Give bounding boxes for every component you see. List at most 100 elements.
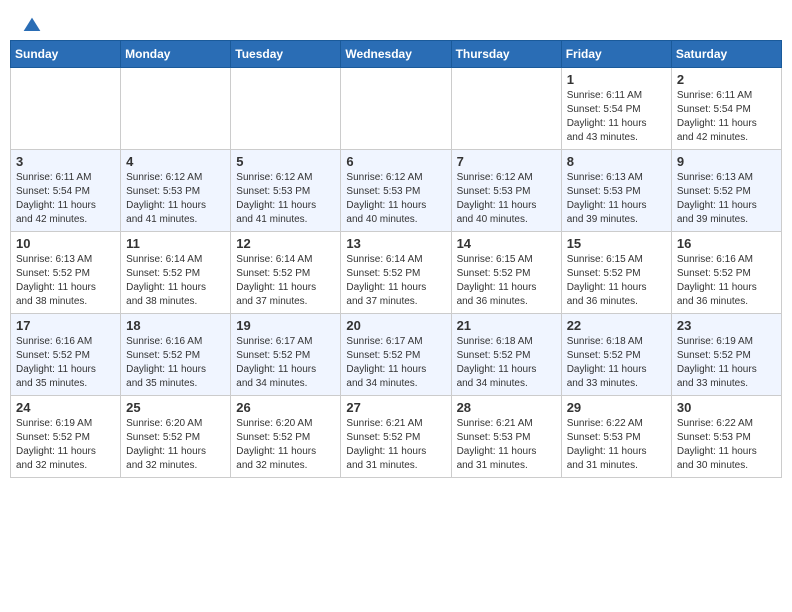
day-number: 7 (457, 154, 556, 169)
day-of-week-header: Wednesday (341, 41, 451, 68)
day-number: 23 (677, 318, 776, 333)
calendar-day-cell: 10 Sunrise: 6:13 AM Sunset: 5:52 PM Dayli… (11, 232, 121, 314)
day-info: Sunrise: 6:22 AM Sunset: 5:53 PM Dayligh… (677, 417, 776, 473)
day-info: Sunrise: 6:14 AM Sunset: 5:52 PM Dayligh… (346, 253, 445, 309)
day-info: Sunrise: 6:11 AM Sunset: 5:54 PM Dayligh… (16, 171, 115, 227)
calendar-day-cell: 19 Sunrise: 6:17 AM Sunset: 5:52 PM Dayli… (231, 314, 341, 396)
day-number: 14 (457, 236, 556, 251)
calendar-day-cell: 23 Sunrise: 6:19 AM Sunset: 5:52 PM Dayli… (671, 314, 781, 396)
calendar-day-cell: 8Sunrise: 6:13 AM Sunset: 5:53 PM Daylig… (561, 150, 671, 232)
day-number: 18 (126, 318, 225, 333)
logo (20, 16, 42, 32)
calendar-day-cell: 5 Sunrise: 6:12 AM Sunset: 5:53 PM Daylig… (231, 150, 341, 232)
calendar-day-cell: 18 Sunrise: 6:16 AM Sunset: 5:52 PM Dayli… (121, 314, 231, 396)
day-of-week-header: Thursday (451, 41, 561, 68)
calendar-day-cell: 17 Sunrise: 6:16 AM Sunset: 5:52 PM Dayli… (11, 314, 121, 396)
day-of-week-header: Saturday (671, 41, 781, 68)
day-number: 11 (126, 236, 225, 251)
calendar-day-cell: 9 Sunrise: 6:13 AM Sunset: 5:52 PM Daylig… (671, 150, 781, 232)
day-number: 4 (126, 154, 225, 169)
day-info: Sunrise: 6:12 AM Sunset: 5:53 PM Dayligh… (126, 171, 225, 227)
day-of-week-header: Monday (121, 41, 231, 68)
day-number: 24 (16, 400, 115, 415)
calendar-day-cell (121, 68, 231, 150)
calendar-day-cell: 1 Sunrise: 6:11 AM Sunset: 5:54 PM Daylig… (561, 68, 671, 150)
calendar-day-cell: 28Sunrise: 6:21 AM Sunset: 5:53 PM Dayli… (451, 396, 561, 478)
calendar-wrapper: SundayMondayTuesdayWednesdayThursdayFrid… (0, 40, 792, 488)
calendar-day-cell: 14 Sunrise: 6:15 AM Sunset: 5:52 PM Dayli… (451, 232, 561, 314)
calendar-day-cell: 25Sunrise: 6:20 AM Sunset: 5:52 PM Dayli… (121, 396, 231, 478)
calendar-day-cell: 21 Sunrise: 6:18 AM Sunset: 5:52 PM Dayli… (451, 314, 561, 396)
calendar-day-cell: 3 Sunrise: 6:11 AM Sunset: 5:54 PM Daylig… (11, 150, 121, 232)
day-info: Sunrise: 6:16 AM Sunset: 5:52 PM Dayligh… (677, 253, 776, 309)
day-number: 22 (567, 318, 666, 333)
day-info: Sunrise: 6:16 AM Sunset: 5:52 PM Dayligh… (126, 335, 225, 391)
day-number: 12 (236, 236, 335, 251)
calendar-day-cell (231, 68, 341, 150)
day-number: 27 (346, 400, 445, 415)
day-number: 3 (16, 154, 115, 169)
day-of-week-header: Tuesday (231, 41, 341, 68)
day-info: Sunrise: 6:16 AM Sunset: 5:52 PM Dayligh… (16, 335, 115, 391)
day-info: Sunrise: 6:17 AM Sunset: 5:52 PM Dayligh… (346, 335, 445, 391)
day-info: Sunrise: 6:13 AM Sunset: 5:52 PM Dayligh… (677, 171, 776, 227)
calendar-day-cell: 6Sunrise: 6:12 AM Sunset: 5:53 PM Daylig… (341, 150, 451, 232)
calendar-day-cell: 2Sunrise: 6:11 AM Sunset: 5:54 PM Daylig… (671, 68, 781, 150)
logo-icon (22, 16, 42, 36)
day-info: Sunrise: 6:19 AM Sunset: 5:52 PM Dayligh… (677, 335, 776, 391)
calendar-day-cell: 27 Sunrise: 6:21 AM Sunset: 5:52 PM Dayli… (341, 396, 451, 478)
day-info: Sunrise: 6:11 AM Sunset: 5:54 PM Dayligh… (677, 89, 776, 145)
day-number: 15 (567, 236, 666, 251)
calendar-day-cell: 22 Sunrise: 6:18 AM Sunset: 5:52 PM Dayli… (561, 314, 671, 396)
day-number: 5 (236, 154, 335, 169)
day-info: Sunrise: 6:17 AM Sunset: 5:52 PM Dayligh… (236, 335, 335, 391)
calendar-week-row: 17 Sunrise: 6:16 AM Sunset: 5:52 PM Dayli… (11, 314, 782, 396)
day-info: Sunrise: 6:11 AM Sunset: 5:54 PM Dayligh… (567, 89, 666, 145)
day-of-week-header: Friday (561, 41, 671, 68)
calendar-week-row: 10 Sunrise: 6:13 AM Sunset: 5:52 PM Dayli… (11, 232, 782, 314)
day-number: 16 (677, 236, 776, 251)
calendar-day-cell: 26 Sunrise: 6:20 AM Sunset: 5:52 PM Dayli… (231, 396, 341, 478)
calendar-table: SundayMondayTuesdayWednesdayThursdayFrid… (10, 40, 782, 478)
calendar-week-row: 1 Sunrise: 6:11 AM Sunset: 5:54 PM Daylig… (11, 68, 782, 150)
calendar-day-cell: 4 Sunrise: 6:12 AM Sunset: 5:53 PM Daylig… (121, 150, 231, 232)
day-info: Sunrise: 6:21 AM Sunset: 5:52 PM Dayligh… (346, 417, 445, 473)
day-number: 13 (346, 236, 445, 251)
day-info: Sunrise: 6:15 AM Sunset: 5:52 PM Dayligh… (457, 253, 556, 309)
day-number: 25 (126, 400, 225, 415)
calendar-day-cell: 11 Sunrise: 6:14 AM Sunset: 5:52 PM Dayli… (121, 232, 231, 314)
day-number: 9 (677, 154, 776, 169)
calendar-day-cell: 20 Sunrise: 6:17 AM Sunset: 5:52 PM Dayli… (341, 314, 451, 396)
day-info: Sunrise: 6:15 AM Sunset: 5:52 PM Dayligh… (567, 253, 666, 309)
calendar-day-cell: 30Sunrise: 6:22 AM Sunset: 5:53 PM Dayli… (671, 396, 781, 478)
day-info: Sunrise: 6:18 AM Sunset: 5:52 PM Dayligh… (567, 335, 666, 391)
day-info: Sunrise: 6:20 AM Sunset: 5:52 PM Dayligh… (236, 417, 335, 473)
day-number: 10 (16, 236, 115, 251)
page-header (0, 0, 792, 40)
calendar-header-row: SundayMondayTuesdayWednesdayThursdayFrid… (11, 41, 782, 68)
day-number: 1 (567, 72, 666, 87)
calendar-week-row: 24 Sunrise: 6:19 AM Sunset: 5:52 PM Dayli… (11, 396, 782, 478)
calendar-day-cell: 13 Sunrise: 6:14 AM Sunset: 5:52 PM Dayli… (341, 232, 451, 314)
day-info: Sunrise: 6:13 AM Sunset: 5:52 PM Dayligh… (16, 253, 115, 309)
day-info: Sunrise: 6:12 AM Sunset: 5:53 PM Dayligh… (236, 171, 335, 227)
day-number: 29 (567, 400, 666, 415)
calendar-day-cell: 29Sunrise: 6:22 AM Sunset: 5:53 PM Dayli… (561, 396, 671, 478)
calendar-week-row: 3 Sunrise: 6:11 AM Sunset: 5:54 PM Daylig… (11, 150, 782, 232)
calendar-day-cell (11, 68, 121, 150)
day-info: Sunrise: 6:14 AM Sunset: 5:52 PM Dayligh… (236, 253, 335, 309)
day-number: 20 (346, 318, 445, 333)
day-info: Sunrise: 6:19 AM Sunset: 5:52 PM Dayligh… (16, 417, 115, 473)
calendar-day-cell: 16 Sunrise: 6:16 AM Sunset: 5:52 PM Dayli… (671, 232, 781, 314)
day-number: 21 (457, 318, 556, 333)
calendar-day-cell: 24 Sunrise: 6:19 AM Sunset: 5:52 PM Dayli… (11, 396, 121, 478)
day-number: 17 (16, 318, 115, 333)
calendar-day-cell (341, 68, 451, 150)
day-number: 26 (236, 400, 335, 415)
day-number: 19 (236, 318, 335, 333)
day-info: Sunrise: 6:12 AM Sunset: 5:53 PM Dayligh… (457, 171, 556, 227)
day-info: Sunrise: 6:18 AM Sunset: 5:52 PM Dayligh… (457, 335, 556, 391)
day-info: Sunrise: 6:14 AM Sunset: 5:52 PM Dayligh… (126, 253, 225, 309)
calendar-day-cell (451, 68, 561, 150)
calendar-day-cell: 7 Sunrise: 6:12 AM Sunset: 5:53 PM Daylig… (451, 150, 561, 232)
